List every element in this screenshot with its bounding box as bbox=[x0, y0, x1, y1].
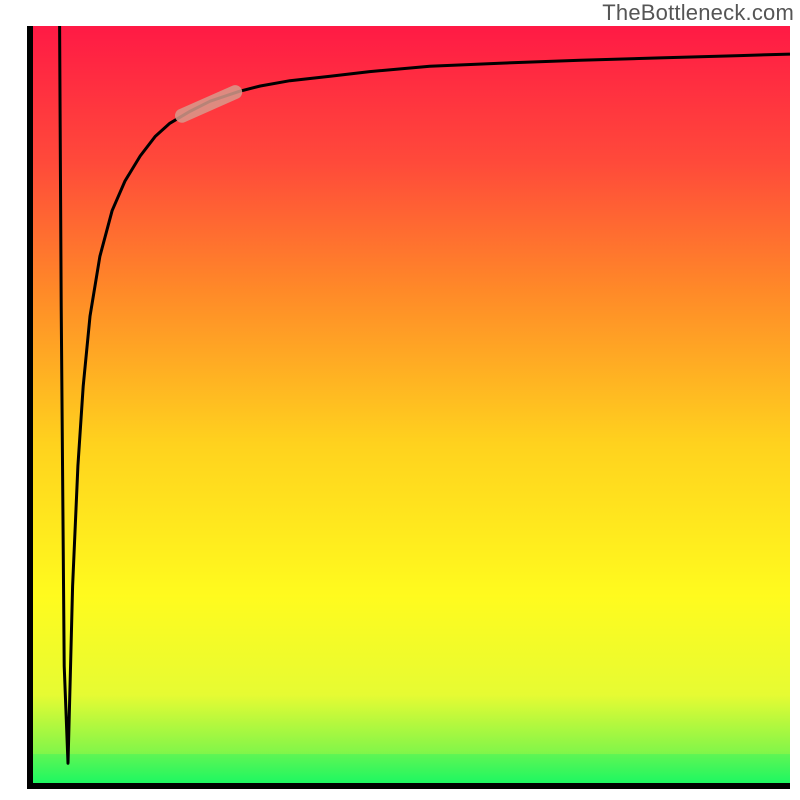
plot-background-gradient bbox=[30, 26, 790, 786]
chart-stage: TheBottleneck.com bbox=[0, 0, 800, 800]
watermark-text: TheBottleneck.com bbox=[602, 0, 794, 26]
chart-svg bbox=[0, 0, 800, 800]
green-band-overlay bbox=[30, 754, 790, 786]
